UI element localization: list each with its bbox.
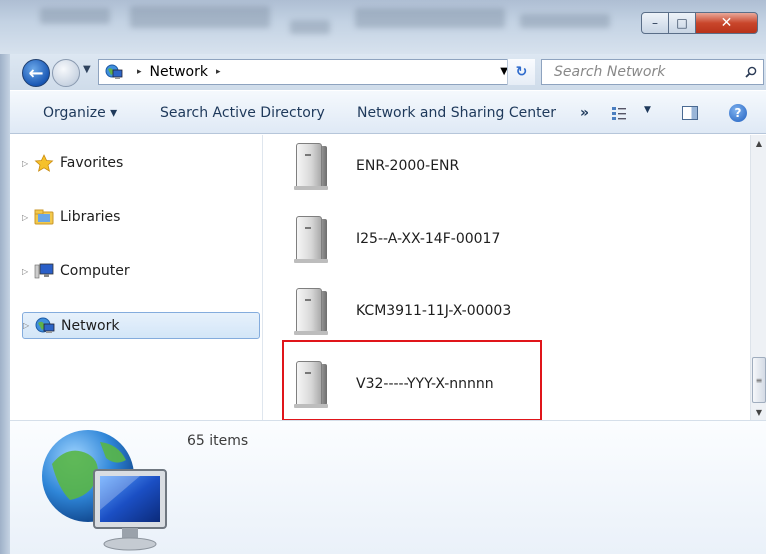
- item-label: KCM3911-11J-X-00003: [356, 303, 512, 319]
- sidebar-item-label: Favorites: [60, 155, 124, 171]
- breadcrumb-separator[interactable]: ▸: [216, 67, 221, 77]
- item-label: I25--A-XX-14F-00017: [356, 231, 501, 247]
- close-icon: ✕: [720, 15, 733, 31]
- minimize-button[interactable]: –: [641, 12, 669, 34]
- sidebar-item-favorites[interactable]: ▷ Favorites: [22, 150, 123, 176]
- organize-button[interactable]: Organize ▾: [43, 105, 117, 121]
- list-item[interactable]: ENR-2000-ENR: [294, 136, 459, 196]
- item-label: ENR-2000-ENR: [356, 158, 460, 174]
- close-button[interactable]: ✕: [696, 12, 758, 34]
- library-folder-icon: [34, 208, 54, 226]
- vertical-scrollbar[interactable]: ▲ ≡ ▼: [750, 135, 766, 420]
- title-bar[interactable]: – □ ✕: [0, 0, 766, 54]
- more-commands-button[interactable]: »: [580, 105, 589, 121]
- list-item[interactable]: KCM3911-11J-X-00003: [294, 281, 511, 341]
- file-list: ENR-2000-ENR I25--A-XX-14F-00017 KCM3911…: [264, 135, 750, 420]
- recent-pages-dropdown[interactable]: ▼: [83, 64, 91, 75]
- expand-arrow-icon[interactable]: ▷: [22, 213, 34, 222]
- command-bar: Organize ▾ Search Active Directory Netwo…: [10, 90, 766, 134]
- search-placeholder: Search Network: [554, 64, 666, 80]
- server-icon: [294, 214, 328, 264]
- item-count: 65 items: [187, 433, 249, 449]
- network-icon: [35, 317, 55, 335]
- preview-pane-icon[interactable]: [682, 106, 698, 120]
- server-icon: [294, 359, 328, 409]
- breadcrumb-separator[interactable]: ▸: [137, 67, 142, 77]
- forward-button[interactable]: [52, 59, 80, 87]
- minimize-icon: –: [652, 16, 658, 30]
- sidebar-item-label: Computer: [60, 263, 130, 279]
- view-dropdown-icon[interactable]: ▼: [644, 105, 651, 115]
- list-item[interactable]: V32-----YYY-X-nnnnn: [294, 354, 494, 414]
- search-icon[interactable]: [745, 66, 757, 78]
- address-row: ← ▼ ▸ Network ▸ ▼ ↻ Search Network: [10, 54, 766, 90]
- expand-arrow-icon[interactable]: ▷: [22, 159, 34, 168]
- network-sharing-center-button[interactable]: Network and Sharing Center: [357, 105, 556, 121]
- details-pane: 65 items: [10, 420, 766, 554]
- back-arrow-icon: ←: [28, 62, 44, 84]
- window-frame: [0, 0, 10, 554]
- navigation-pane: ▷ Favorites ▷ Libraries ▷ Computer ▷ Net…: [10, 135, 263, 420]
- network-icon: [105, 64, 123, 80]
- sidebar-item-libraries[interactable]: ▷ Libraries: [22, 204, 120, 230]
- sidebar-item-label: Network: [61, 317, 120, 334]
- scroll-thumb[interactable]: ≡: [752, 357, 766, 403]
- server-icon: [294, 286, 328, 336]
- refresh-icon: ↻: [515, 64, 528, 80]
- server-icon: [294, 141, 328, 191]
- address-bar[interactable]: ▸ Network ▸ ▼: [98, 59, 535, 85]
- back-button[interactable]: ←: [22, 59, 50, 87]
- sidebar-item-network[interactable]: ▷ Network: [22, 312, 260, 339]
- scroll-up-icon[interactable]: ▲: [751, 135, 766, 151]
- sidebar-item-computer[interactable]: ▷ Computer: [22, 258, 130, 284]
- search-input[interactable]: Search Network: [541, 59, 764, 85]
- star-icon: [34, 154, 54, 172]
- network-large-icon: [42, 430, 167, 551]
- breadcrumb-network[interactable]: Network: [150, 64, 208, 80]
- sidebar-item-label: Libraries: [60, 209, 121, 225]
- search-active-directory-button[interactable]: Search Active Directory: [160, 105, 325, 121]
- maximize-button[interactable]: □: [669, 12, 696, 34]
- scroll-down-icon[interactable]: ▼: [751, 404, 766, 420]
- list-item[interactable]: I25--A-XX-14F-00017: [294, 209, 500, 269]
- item-label: V32-----YYY-X-nnnnn: [356, 376, 494, 392]
- help-icon[interactable]: ?: [729, 104, 747, 122]
- refresh-button[interactable]: ↻: [507, 59, 535, 85]
- computer-icon: [34, 262, 54, 280]
- expand-arrow-icon[interactable]: ▷: [22, 267, 34, 276]
- maximize-icon: □: [676, 16, 688, 30]
- expand-arrow-icon[interactable]: ▷: [23, 321, 35, 330]
- change-view-icon[interactable]: [611, 105, 627, 121]
